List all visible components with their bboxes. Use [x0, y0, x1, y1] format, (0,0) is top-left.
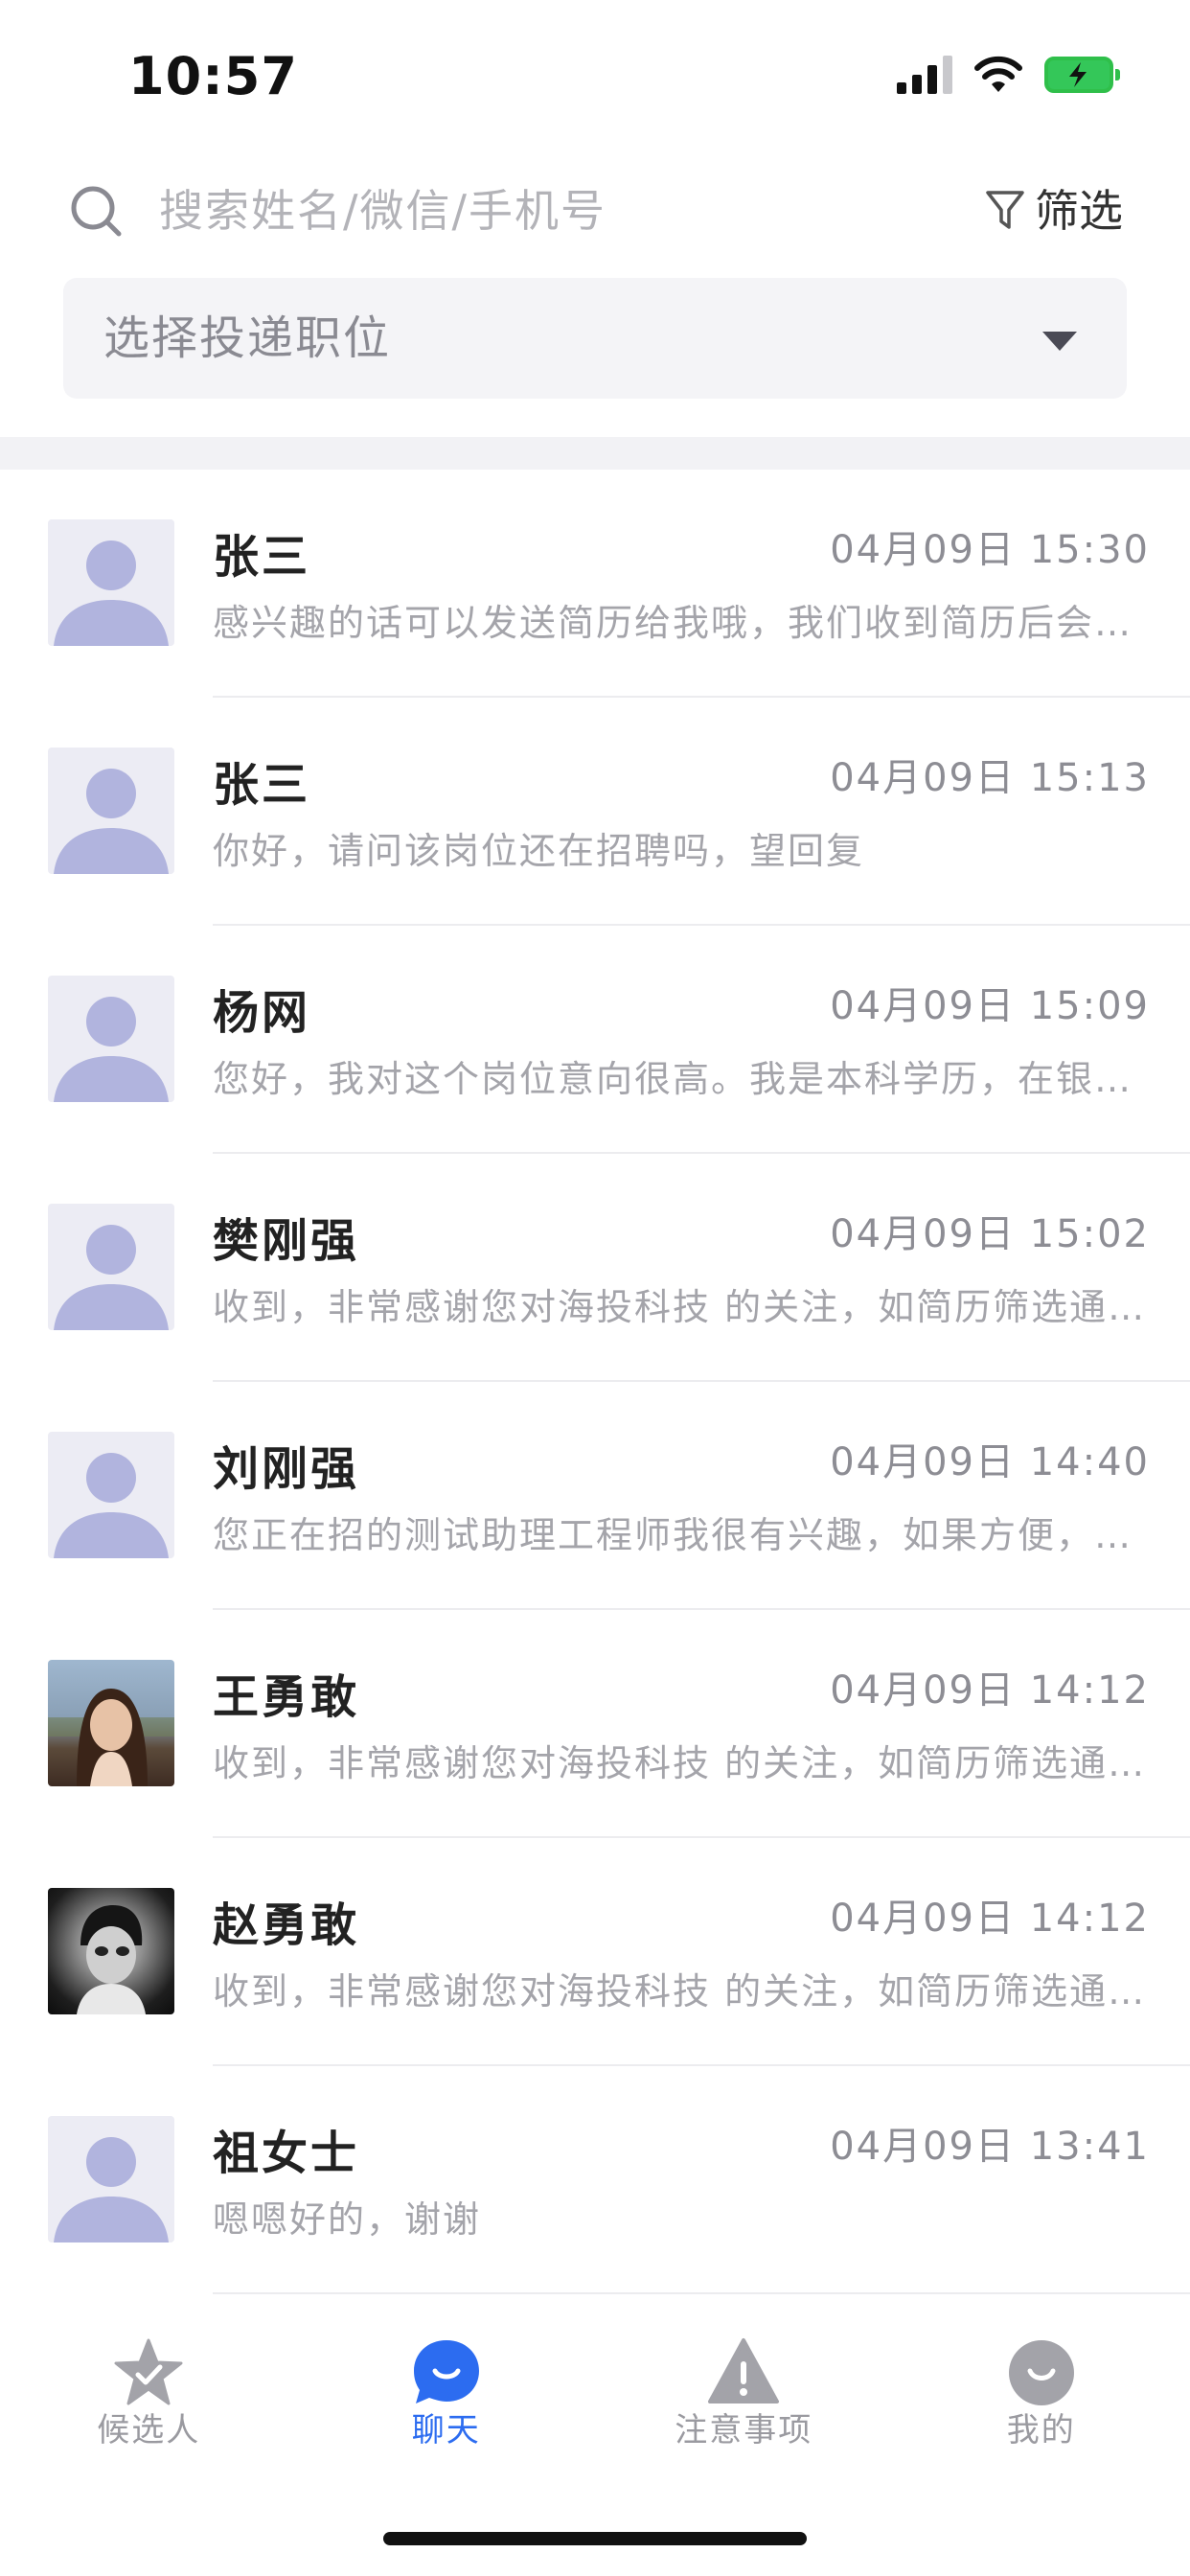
chat-time: 04月09日 14:12: [830, 1668, 1150, 1713]
chat-name: 赵勇敢: [213, 1898, 360, 1952]
chat-preview: 您好，我对这个岗位意向很高。我是本科学历，在银…: [213, 1058, 1133, 1100]
avatar-placeholder-icon: [48, 1432, 174, 1558]
section-divider: [0, 437, 1190, 470]
avatar-placeholder-icon: [48, 748, 174, 874]
home-indicator[interactable]: [383, 2532, 807, 2545]
avatar-photo: [48, 1888, 174, 2014]
chat-preview: 收到，非常感谢您对海投科技 的关注，如简历筛选通…: [213, 1286, 1147, 1328]
chat-name: 祖女士: [213, 2127, 360, 2180]
position-select[interactable]: 选择投递职位: [63, 278, 1127, 399]
chat-item[interactable]: 刘刚强 04月09日 14:40 您正在招的测试助理工程师我很有兴趣，如果方便，…: [0, 1382, 1190, 1610]
chat-item[interactable]: 樊刚强 04月09日 15:02 收到，非常感谢您对海投科技 的关注，如简历筛选…: [0, 1154, 1190, 1382]
chat-preview: 感兴趣的话可以发送简历给我哦，我们收到简历后会…: [213, 602, 1133, 644]
chat-preview: 收到，非常感谢您对海投科技 的关注，如简历筛选通…: [213, 1970, 1147, 2012]
tab-label: 注意事项: [675, 2411, 813, 2450]
position-select-label: 选择投递职位: [103, 311, 392, 365]
star-check-icon: [114, 2338, 183, 2405]
search-input[interactable]: 搜索姓名/微信/手机号: [159, 182, 606, 240]
tab-label: 聊天: [411, 2411, 481, 2450]
tab-bar: 候选人 聊天 注意事项 我的: [0, 2294, 1190, 2467]
chat-time: 04月09日 14:12: [830, 1897, 1150, 1941]
avatar-photo: [48, 1660, 174, 1786]
chat-bubble-icon: [413, 2340, 479, 2404]
chat-time: 04月09日 15:09: [830, 984, 1150, 1028]
chat-preview: 收到，非常感谢您对海投科技 的关注，如简历筛选通…: [213, 1742, 1147, 1784]
profile-smile-icon: [1008, 2340, 1074, 2405]
status-bar: 10:57: [0, 0, 1190, 153]
filter-button[interactable]: 筛选: [985, 182, 1123, 240]
filter-icon: [986, 191, 1024, 229]
chat-time: 04月09日 13:41: [830, 2125, 1150, 2169]
status-icons: [897, 56, 1120, 94]
chat-preview: 您正在招的测试助理工程师我很有兴趣，如果方便，…: [213, 1514, 1133, 1556]
chat-name: 樊刚强: [213, 1214, 360, 1268]
chat-time: 04月09日 14:40: [830, 1440, 1150, 1484]
search-bar: 搜索姓名/微信/手机号 筛选: [0, 169, 1190, 255]
chat-name: 刘刚强: [213, 1442, 360, 1496]
wifi-icon: [974, 56, 1022, 92]
chat-preview: 嗯嗯好的，谢谢: [213, 2198, 482, 2241]
chat-item[interactable]: 杨网 04月09日 15:09 您好，我对这个岗位意向很高。我是本科学历，在银…: [0, 926, 1190, 1154]
chat-name: 杨网: [213, 986, 311, 1040]
tab-chat[interactable]: 聊天: [298, 2294, 596, 2467]
search-icon[interactable]: [67, 182, 125, 240]
chat-time: 04月09日 15:30: [830, 528, 1150, 572]
tab-notices[interactable]: 注意事项: [595, 2294, 893, 2467]
chat-preview: 你好，请问该岗位还在招聘吗，望回复: [213, 830, 865, 872]
chat-item[interactable]: 张三 04月09日 15:30 感兴趣的话可以发送简历给我哦，我们收到简历后会…: [0, 470, 1190, 698]
chat-item[interactable]: 赵勇敢 04月09日 14:12 收到，非常感谢您对海投科技 的关注，如简历筛选…: [0, 1838, 1190, 2066]
avatar-placeholder-icon: [48, 976, 174, 1102]
chat-name: 张三: [213, 758, 311, 812]
tab-label: 候选人: [97, 2411, 201, 2450]
chat-item[interactable]: 张三 04月09日 15:13 你好，请问该岗位还在招聘吗，望回复: [0, 698, 1190, 926]
chat-item[interactable]: 祖女士 04月09日 13:41 嗯嗯好的，谢谢: [0, 2066, 1190, 2294]
warning-icon: [708, 2338, 780, 2404]
battery-charging-icon: [1044, 57, 1120, 93]
status-time: 10:57: [128, 46, 298, 106]
tab-label: 我的: [1006, 2411, 1076, 2450]
tab-candidates[interactable]: 候选人: [0, 2294, 298, 2467]
avatar-placeholder-icon: [48, 2116, 174, 2242]
chat-time: 04月09日 15:13: [830, 756, 1150, 800]
avatar-placeholder-icon: [48, 1204, 174, 1330]
cellular-signal-icon: [897, 56, 952, 94]
chat-name: 王勇敢: [213, 1670, 360, 1724]
filter-label: 筛选: [1035, 185, 1123, 237]
avatar-placeholder-icon: [48, 519, 174, 646]
caret-down-icon: [1042, 332, 1077, 351]
chat-item[interactable]: 王勇敢 04月09日 14:12 收到，非常感谢您对海投科技 的关注，如简历筛选…: [0, 1610, 1190, 1838]
chat-list: 张三 04月09日 15:30 感兴趣的话可以发送简历给我哦，我们收到简历后会……: [0, 470, 1190, 2294]
chat-name: 张三: [213, 530, 311, 584]
chat-time: 04月09日 15:02: [830, 1212, 1150, 1256]
tab-profile[interactable]: 我的: [893, 2294, 1190, 2467]
